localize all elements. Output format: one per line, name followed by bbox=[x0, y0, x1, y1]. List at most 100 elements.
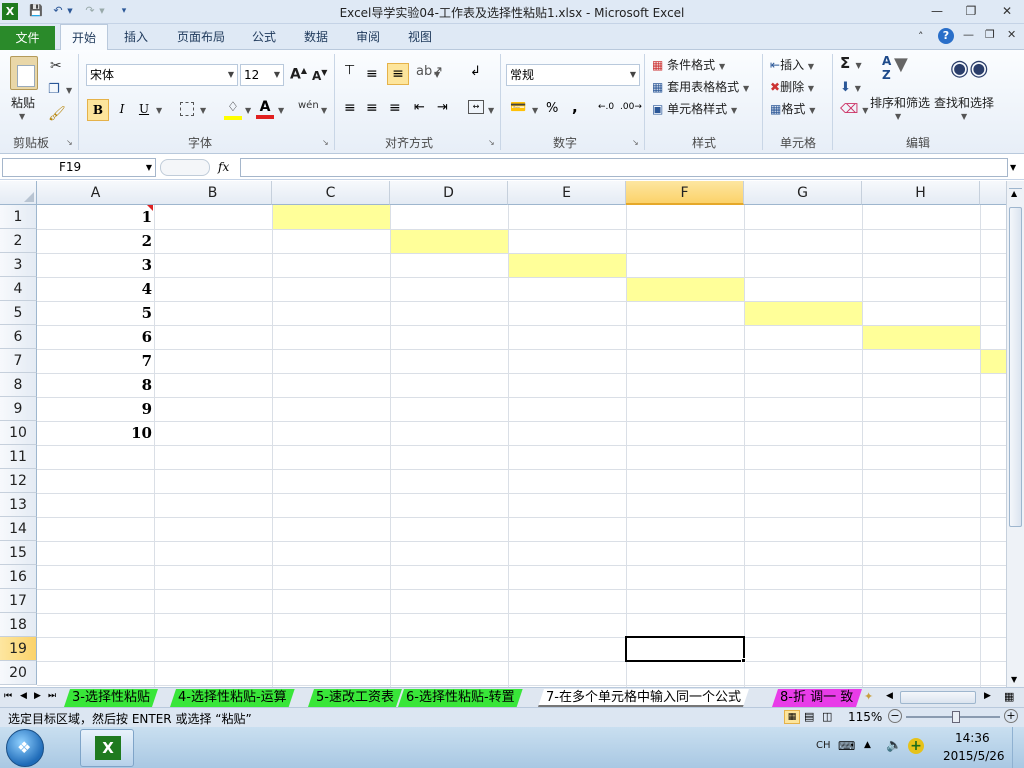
scroll-up-icon[interactable]: ▲ bbox=[1011, 189, 1017, 198]
show-hidden-icons[interactable]: ▲ bbox=[864, 740, 871, 750]
highlighted-cell[interactable] bbox=[862, 325, 980, 349]
bold-button[interactable]: B bbox=[87, 99, 109, 121]
row-header[interactable]: 17 bbox=[0, 589, 37, 613]
cell-a[interactable]: 4 bbox=[37, 277, 155, 301]
hscroll-left-icon[interactable]: ◀ bbox=[886, 691, 893, 701]
active-cell[interactable] bbox=[625, 636, 745, 662]
row-header[interactable]: 4 bbox=[0, 277, 37, 301]
row-header[interactable]: 3 bbox=[0, 253, 37, 277]
clipboard-launcher-icon[interactable]: ↘ bbox=[66, 138, 73, 147]
align-left-icon[interactable]: ≡ bbox=[344, 100, 356, 116]
font-color-icon[interactable]: A bbox=[256, 99, 274, 119]
normal-view-icon[interactable]: ▦ bbox=[784, 710, 800, 724]
scroll-thumb[interactable] bbox=[1009, 207, 1022, 527]
cell-a[interactable]: 5 bbox=[37, 301, 155, 325]
tab-view[interactable]: 视图 bbox=[400, 24, 440, 50]
sort-filter-button[interactable]: 排序和筛选 bbox=[870, 94, 930, 111]
row-header[interactable]: 7 bbox=[0, 349, 37, 373]
row-header[interactable]: 10 bbox=[0, 421, 37, 445]
page-break-view-icon[interactable]: ◫ bbox=[822, 710, 832, 723]
last-sheet-icon[interactable]: ⏭ bbox=[48, 691, 56, 701]
cell-a[interactable]: 3 bbox=[37, 253, 155, 277]
row-header[interactable]: 11 bbox=[0, 445, 37, 469]
accounting-dropdown-icon[interactable]: ▼ bbox=[532, 106, 538, 115]
row-header[interactable]: 14 bbox=[0, 517, 37, 541]
align-middle-icon[interactable]: ≡ bbox=[366, 66, 378, 82]
cell-a[interactable]: 6 bbox=[37, 325, 155, 349]
formula-input[interactable] bbox=[240, 158, 1008, 177]
phonetic-dropdown-icon[interactable]: ▼ bbox=[321, 106, 327, 115]
paste-icon[interactable] bbox=[10, 56, 38, 90]
row-header[interactable]: 18 bbox=[0, 613, 37, 637]
next-sheet-icon[interactable]: ▶ bbox=[34, 691, 41, 701]
sort-filter-dropdown-icon[interactable]: ▼ bbox=[895, 112, 901, 121]
autosum-button[interactable]: Σ ▼ bbox=[840, 54, 862, 72]
highlighted-cell[interactable] bbox=[272, 205, 390, 229]
scroll-down-icon[interactable]: ▼ bbox=[1011, 675, 1017, 684]
highlighted-cell[interactable] bbox=[508, 253, 626, 277]
zoom-out-icon[interactable]: − bbox=[888, 709, 902, 723]
tab-data[interactable]: 数据 bbox=[296, 24, 336, 50]
column-header[interactable]: C bbox=[272, 181, 390, 205]
phonetic-icon[interactable]: wén bbox=[298, 100, 319, 111]
accounting-format-icon[interactable]: 💳 bbox=[510, 100, 526, 115]
underline-dropdown-icon[interactable]: ▼ bbox=[156, 106, 162, 115]
align-top-icon[interactable]: ⊤ bbox=[344, 64, 355, 77]
column-header[interactable]: A bbox=[37, 181, 155, 205]
column-header[interactable]: G bbox=[744, 181, 862, 205]
merge-dropdown-icon[interactable]: ▼ bbox=[488, 106, 494, 115]
orientation-dropdown-icon[interactable]: ▼ bbox=[434, 70, 440, 79]
find-select-button[interactable]: 查找和选择 bbox=[934, 94, 994, 111]
new-window-icon[interactable]: ▦ bbox=[1004, 690, 1014, 703]
worksheet-grid[interactable]: A B C D E F G H 1 2 3 4 5 6 7 8 9 10 11 12 13 14 15 16 17 18 19 20 1… bbox=[0, 181, 1006, 687]
cell-a[interactable]: 10 bbox=[37, 421, 155, 445]
conditional-formatting-button[interactable]: ▦ 条件格式 ▼ bbox=[652, 56, 725, 73]
copy-dropdown-icon[interactable]: ▼ bbox=[66, 86, 72, 95]
format-painter-icon[interactable]: 🖌 bbox=[48, 106, 66, 122]
column-header[interactable]: E bbox=[508, 181, 626, 205]
row-header[interactable]: 9 bbox=[0, 397, 37, 421]
formula-bar-handle[interactable] bbox=[160, 159, 210, 176]
column-header[interactable]: F bbox=[626, 181, 744, 205]
minimize-icon[interactable]: — bbox=[926, 2, 948, 20]
page-layout-view-icon[interactable]: ▤ bbox=[804, 710, 814, 723]
number-launcher-icon[interactable]: ↘ bbox=[632, 138, 639, 147]
tab-home[interactable]: 开始 bbox=[60, 24, 108, 51]
horizontal-scroll-thumb[interactable] bbox=[900, 691, 976, 704]
row-header[interactable]: 13 bbox=[0, 493, 37, 517]
workbook-close-icon[interactable]: ✕ bbox=[1007, 28, 1016, 41]
tab-file[interactable]: 文件 bbox=[0, 26, 55, 50]
row-header[interactable]: 16 bbox=[0, 565, 37, 589]
cut-icon[interactable]: ✂ bbox=[50, 58, 62, 74]
borders-dropdown-icon[interactable]: ▼ bbox=[200, 106, 206, 115]
italic-button[interactable]: I bbox=[113, 102, 131, 116]
grow-font-button[interactable]: A▲ bbox=[290, 66, 307, 83]
merge-center-icon[interactable]: ↔ bbox=[468, 100, 484, 114]
sheet-tab[interactable]: 5-速改工资表 bbox=[308, 689, 402, 707]
highlighted-cell[interactable] bbox=[744, 301, 862, 325]
find-select-dropdown-icon[interactable]: ▼ bbox=[961, 112, 967, 121]
delete-cells-button[interactable]: ✖删除 ▼ bbox=[770, 78, 814, 95]
hscroll-right-icon[interactable]: ▶ bbox=[984, 691, 991, 701]
row-header[interactable]: 5 bbox=[0, 301, 37, 325]
help-icon[interactable]: ? bbox=[938, 28, 954, 44]
highlighted-cell[interactable] bbox=[626, 277, 744, 301]
highlighted-cell[interactable] bbox=[390, 229, 508, 253]
expand-formula-bar-icon[interactable]: ▼ bbox=[1010, 163, 1016, 172]
clear-button[interactable]: ⌫ ▼ bbox=[840, 102, 868, 117]
row-header[interactable]: 12 bbox=[0, 469, 37, 493]
volume-icon[interactable]: 🔈 bbox=[886, 738, 902, 753]
zoom-level[interactable]: 115% bbox=[848, 710, 882, 724]
format-as-table-button[interactable]: ▦ 套用表格格式 ▼ bbox=[652, 78, 749, 95]
font-name-combo[interactable]: 宋体 ▼ bbox=[86, 64, 238, 86]
restore-icon[interactable]: ❐ bbox=[960, 2, 982, 20]
tab-insert[interactable]: 插入 bbox=[113, 24, 159, 50]
align-right-icon[interactable]: ≡ bbox=[389, 100, 401, 116]
name-box[interactable]: F19 ▼ bbox=[2, 158, 156, 177]
clock-time[interactable]: 14:36 bbox=[955, 731, 990, 745]
row-header[interactable]: 2 bbox=[0, 229, 37, 253]
decrease-indent-icon[interactable]: ⇤ bbox=[414, 100, 425, 115]
insert-sheet-icon[interactable]: ✦ bbox=[864, 690, 873, 703]
increase-indent-icon[interactable]: ⇥ bbox=[437, 100, 448, 115]
sheet-tab[interactable]: 8-折 调一 致 bbox=[772, 689, 862, 707]
